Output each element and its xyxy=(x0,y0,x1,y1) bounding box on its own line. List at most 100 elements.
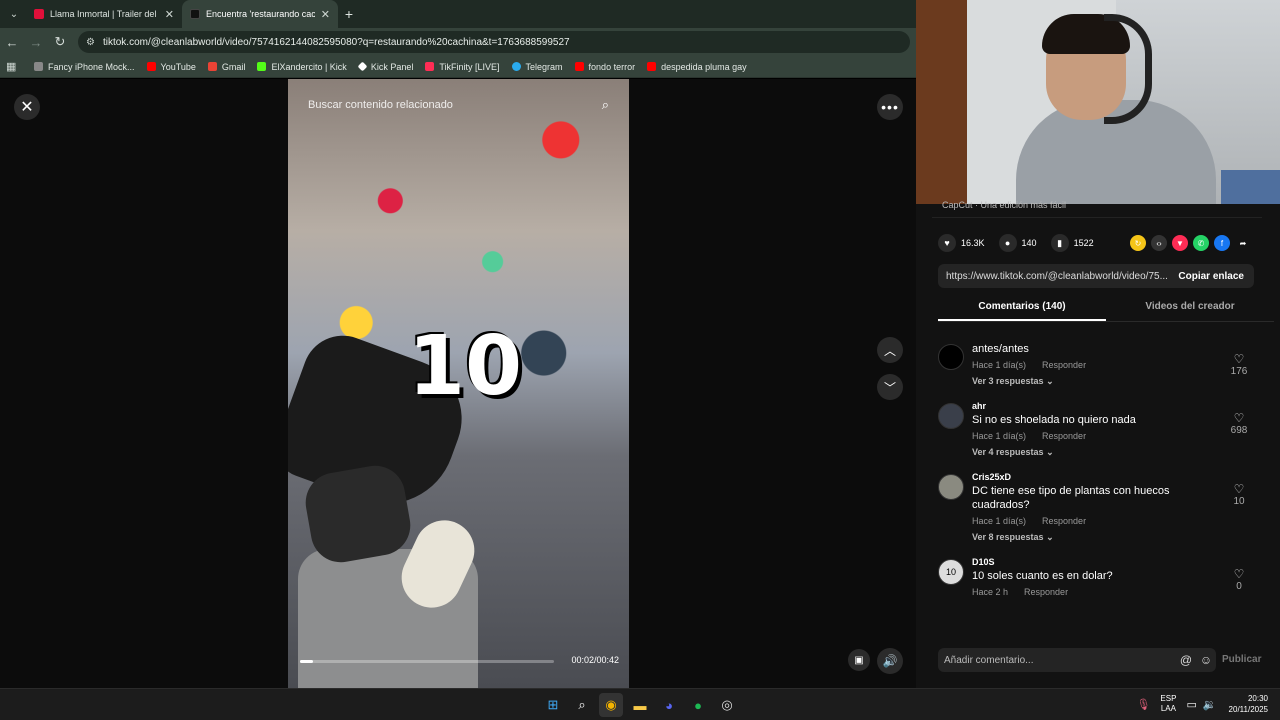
next-video-button[interactable]: ﹀ xyxy=(877,374,903,400)
publish-button[interactable]: Publicar xyxy=(1222,654,1261,665)
bookmark-kick[interactable]: ElXandercito | Kick xyxy=(257,61,347,72)
share-options: ↻ ‹› ▼ ✆ f ➦ xyxy=(1130,235,1256,251)
forward-button[interactable]: → xyxy=(24,35,48,50)
comment-like-button[interactable]: ♡ 698 xyxy=(1224,411,1254,436)
bookmark-youtube[interactable]: YouTube xyxy=(146,62,196,72)
repost-icon[interactable]: ↻ xyxy=(1130,235,1146,251)
close-tab-icon[interactable]: ✕ xyxy=(321,8,330,21)
bookmark-gmail[interactable]: Gmail xyxy=(207,62,245,72)
apps-grid-icon[interactable]: ▦ xyxy=(6,60,22,73)
comment-username[interactable]: Cris25xD xyxy=(972,472,1268,482)
bookmark-fondo-terror[interactable]: fondo terror xyxy=(574,62,635,72)
view-replies-button[interactable]: Ver 4 respuestas ⌄ xyxy=(972,447,1268,458)
volume-button[interactable]: 🔊 xyxy=(877,648,903,674)
discord-icon[interactable]: ◕ xyxy=(657,693,681,717)
tab-tiktok[interactable]: Encuentra 'restaurando cachina' ✕ xyxy=(182,0,338,28)
reply-button[interactable]: Responder xyxy=(1042,360,1086,370)
reply-button[interactable]: Responder xyxy=(1042,431,1086,441)
bookmark-tikfinity[interactable]: TikFinity [LIVE] xyxy=(425,61,500,72)
bookmark-despedida[interactable]: despedida pluma gay xyxy=(647,62,747,72)
tiktok-player-page: ✕ Buscar contenido relacionado ⌕ 10 00:0… xyxy=(0,79,916,688)
comment-like-button[interactable]: ♡ 0 xyxy=(1224,567,1254,592)
picture-in-picture-button[interactable]: ▣ xyxy=(848,649,870,671)
comment-button[interactable]: ● 140 xyxy=(998,234,1037,252)
tikfinity-icon xyxy=(425,62,435,71)
video-player[interactable]: Buscar contenido relacionado ⌕ 10 00:02/… xyxy=(288,79,629,688)
new-tab-button[interactable]: + xyxy=(338,6,360,22)
youtube-icon xyxy=(34,9,44,19)
back-button[interactable]: ← xyxy=(0,35,24,50)
microphone-icon[interactable]: 🎙 xyxy=(1136,698,1150,711)
bookmark-label: ElXandercito | Kick xyxy=(271,61,347,72)
avatar[interactable] xyxy=(938,403,964,429)
tab-title: Llama Inmortal | Trailer del Ca... xyxy=(50,9,159,19)
speaker-icon[interactable]: 🔉 xyxy=(1203,698,1217,711)
search-icon[interactable]: ⌕ xyxy=(570,693,594,717)
comment-time: Hace 1 día(s) xyxy=(972,360,1027,370)
view-replies-button[interactable]: Ver 3 respuestas ⌄ xyxy=(972,376,1268,387)
video-details-panel: CapCut · Una edición más fácil ♥ 16.3K ● 1… xyxy=(916,200,1280,688)
tab-comments[interactable]: Comentarios (140) xyxy=(938,296,1106,321)
reload-button[interactable]: ↻ xyxy=(48,34,72,50)
copy-link-button[interactable]: Copiar enlace xyxy=(1168,271,1254,282)
spotify-icon[interactable]: ● xyxy=(686,693,710,717)
site-info-icon[interactable]: ⚙ xyxy=(86,37,95,48)
bookmark-kick-panel[interactable]: Kick Panel xyxy=(357,62,413,72)
tab-llama-inmortal[interactable]: Llama Inmortal | Trailer del Ca... ✕ xyxy=(26,0,182,28)
windows-taskbar: ⊞ ⌕ ◉ ▬ ◕ ● ◎ 🎙 ESP LAA ▭ 🔉 20:30 20/11/20… xyxy=(0,688,1280,720)
windows-start-icon[interactable]: ⊞ xyxy=(541,693,565,717)
comment-input[interactable]: Añadir comentario... @ ☺ xyxy=(938,648,1216,672)
tab-creator-videos[interactable]: Videos del creador xyxy=(1106,296,1274,321)
close-player-button[interactable]: ✕ xyxy=(14,94,40,120)
video-overlay-number: 10 xyxy=(408,319,523,414)
comment-text: antes/antes xyxy=(972,343,1029,355)
close-tab-icon[interactable]: ✕ xyxy=(165,8,174,21)
avatar[interactable] xyxy=(938,344,964,370)
chevron-down-icon: ⌄ xyxy=(1046,376,1054,386)
url-field[interactable]: ⚙ tiktok.com/@cleanlabworld/video/757416… xyxy=(78,31,910,53)
reply-button[interactable]: Responder xyxy=(1024,587,1068,597)
language-indicator[interactable]: ESP LAA xyxy=(1160,694,1176,714)
comment-username[interactable]: ahr xyxy=(972,401,1268,411)
gmail-icon xyxy=(207,62,217,71)
comment-like-button[interactable]: ♡ 10 xyxy=(1224,482,1254,507)
capcut-promo[interactable]: CapCut · Una edición más fácil xyxy=(932,200,1262,218)
like-button[interactable]: ♥ 16.3K xyxy=(938,234,985,252)
related-search-field[interactable]: Buscar contenido relacionado xyxy=(308,99,453,111)
previous-video-button[interactable]: ︿ xyxy=(877,337,903,363)
more-options-button[interactable]: ••• xyxy=(877,94,903,120)
whatsapp-icon[interactable]: ✆ xyxy=(1193,235,1209,251)
heart-icon: ♡ xyxy=(1233,482,1245,496)
embed-icon[interactable]: ‹› xyxy=(1151,235,1167,251)
mention-icon[interactable]: @ xyxy=(1176,653,1196,667)
comment-username[interactable]: D10S xyxy=(972,557,1268,567)
file-explorer-icon[interactable]: ▬ xyxy=(628,693,652,717)
tab-search-icon[interactable]: ⌄ xyxy=(2,4,26,24)
avatar[interactable]: 10 xyxy=(938,559,964,585)
search-icon[interactable]: ⌕ xyxy=(602,97,609,113)
bookmark-icon xyxy=(34,62,43,71)
clock-date: 20/11/2025 xyxy=(1228,705,1268,714)
facebook-icon[interactable]: f xyxy=(1214,235,1230,251)
avatar[interactable] xyxy=(938,474,964,500)
view-replies-button[interactable]: Ver 8 respuestas ⌄ xyxy=(972,532,1268,543)
save-button[interactable]: ▮ 1522 xyxy=(1050,234,1094,252)
video-link-field[interactable]: https://www.tiktok.com/@cleanlabworld/vi… xyxy=(938,271,1168,282)
bookmark-label: despedida pluma gay xyxy=(661,61,747,72)
obs-icon[interactable]: ◎ xyxy=(715,693,739,717)
bookmark-telegram[interactable]: Telegram xyxy=(511,62,563,72)
share-arrow-icon[interactable]: ➦ xyxy=(1235,235,1251,251)
network-icon[interactable]: ▭ xyxy=(1186,698,1196,711)
tiktok-icon xyxy=(190,9,200,19)
video-progress-bar[interactable] xyxy=(300,660,554,663)
chrome-icon[interactable]: ◉ xyxy=(599,693,623,717)
bookmark-fancy-iphone[interactable]: Fancy iPhone Mock... xyxy=(34,62,135,72)
emoji-icon[interactable]: ☺ xyxy=(1196,653,1216,667)
clock[interactable]: 20:30 20/11/2025 xyxy=(1229,693,1268,715)
bookmark-label: TikFinity [LIVE] xyxy=(439,61,500,72)
heart-icon: ♡ xyxy=(1233,352,1245,366)
send-to-friends-icon[interactable]: ▼ xyxy=(1172,235,1188,251)
comment-item: Cris25xD DC tiene ese tipo de plantas co… xyxy=(938,472,1268,543)
comment-like-button[interactable]: ♡ 176 xyxy=(1224,352,1254,377)
reply-button[interactable]: Responder xyxy=(1042,516,1086,526)
